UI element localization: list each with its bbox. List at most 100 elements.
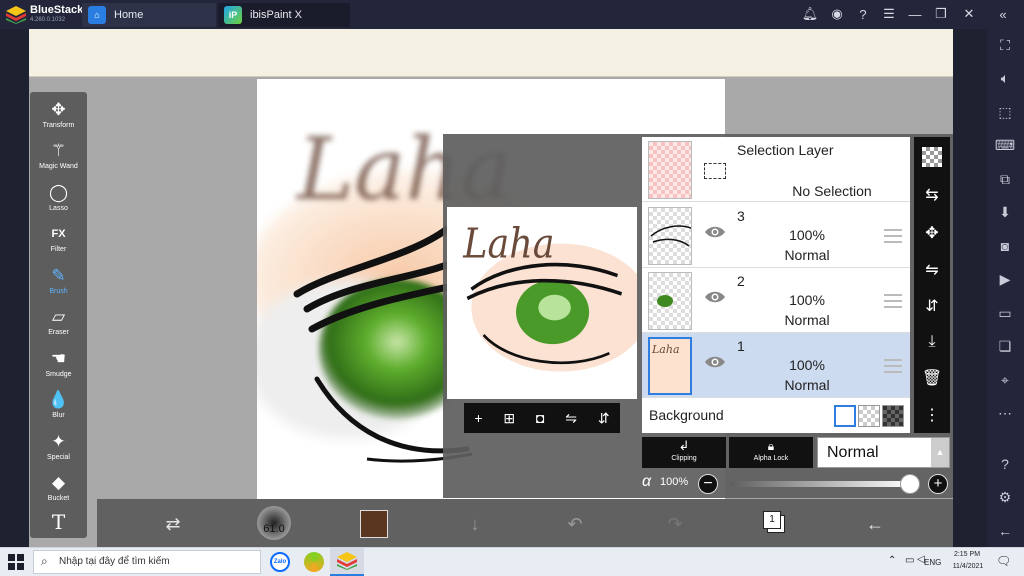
account-icon[interactable]: ◉ [828,5,846,23]
swap-tool-icon[interactable]: ⇄ [160,512,186,536]
new-layer-icon[interactable] [922,147,942,167]
multi-instance-icon[interactable]: ❏ [993,335,1017,357]
down-arrow-icon[interactable]: ↓ [462,512,488,536]
flip-layer-vertical-icon[interactable]: ⇵ [920,294,944,318]
dropdown-arrow-icon: ▲ [931,438,949,467]
opacity-slider[interactable] [730,481,910,487]
volume-icon[interactable]: 🔈︎ [993,67,1017,89]
background-row[interactable]: Background [642,399,910,433]
pointer-icon[interactable]: ⬚ [993,101,1017,123]
clipping-button[interactable]: ↲ Clipping [642,437,726,468]
more-icon[interactable]: ⋯ [993,402,1017,424]
video-icon[interactable]: ▶ [993,268,1017,290]
redo-icon[interactable]: ↷ [662,512,688,536]
filter-icon: FX [51,228,66,240]
eye-icon[interactable] [704,225,726,239]
fullscreen-icon[interactable]: ⛶ [993,34,1017,56]
restore-icon[interactable]: ❐ [932,5,950,23]
green-app-icon[interactable] [304,552,324,572]
taskbar-time[interactable]: 2:15 PM [952,551,982,558]
back-arrow-icon[interactable]: ← [862,512,888,536]
tool-label: Bucket [47,495,70,502]
background-transparent-swatch[interactable] [858,405,880,427]
selection-layer-row[interactable]: Selection Layer No Selection [642,137,910,202]
drag-handle-icon[interactable] [884,359,902,373]
bluestacks-logo [6,6,26,24]
back-icon[interactable]: ← [993,520,1017,542]
close-icon[interactable]: ✕ [960,5,978,23]
tool-label: Transform [42,122,75,129]
blend-mode-select[interactable]: Normal ▲ [817,437,950,468]
location-icon[interactable]: ⌖ [993,369,1017,391]
add-layer-icon[interactable]: + [474,410,482,426]
alpha-lock-button[interactable]: 🔒︎ Alpha Lock [729,437,813,468]
layer-preview: Laha [447,207,637,399]
windows-start-icon[interactable] [8,554,24,570]
flip-horizontal-icon[interactable]: ⇋ [565,410,577,427]
increase-opacity-button[interactable]: + [928,474,948,494]
help-icon[interactable]: ? [993,453,1017,475]
tool-transform[interactable]: ✥ Transform [30,98,87,139]
bell-icon[interactable]: 🔔︎ [801,5,819,23]
layer-list: Selection Layer No Selection 3 100% Norm… [642,137,910,433]
layer-row[interactable]: 2 100% Normal [642,268,910,333]
decrease-opacity-button[interactable]: − [698,474,718,494]
more-options-icon[interactable]: ⋮ [920,403,944,427]
layer-row[interactable]: 3 100% Normal [642,203,910,268]
blend-mode-value: Normal [827,444,879,461]
color-swatch-button[interactable] [360,510,388,538]
tool-brush[interactable]: ✎ Brush [30,264,87,305]
brush-size-button[interactable]: 61.0 [257,506,291,540]
flip-vertical-icon[interactable]: ⇵ [598,410,610,427]
tool-bucket[interactable]: ◆ Bucket [30,471,87,512]
taskbar-search-box[interactable]: ⌕ Nhập tại đây để tìm kiếm [33,550,261,574]
tool-label: Magic Wand [39,163,78,170]
tool-text[interactable]: T [30,510,87,536]
drag-handle-icon[interactable] [884,229,902,243]
background-dark-swatch[interactable] [882,405,904,427]
settings-icon[interactable]: ⚙ [993,486,1017,508]
keyboard-icon[interactable]: ⌨ [993,134,1017,156]
folder-icon[interactable]: ▭ [993,302,1017,324]
taskbar-date[interactable]: 11/4/2021 [948,563,988,570]
bluestacks-taskbar-button[interactable] [330,548,364,576]
collapse-icon[interactable]: « [994,5,1012,23]
screenshot-icon[interactable]: ◙ [993,235,1017,257]
drag-handle-icon[interactable] [884,294,902,308]
layer-row-selected[interactable]: Laha 1 100% Normal [642,333,910,398]
undo-icon[interactable]: ↶ [562,512,588,536]
tool-lasso[interactable]: ◯ Lasso [30,181,87,222]
background-white-swatch[interactable] [834,405,856,427]
eye-icon[interactable] [704,290,726,304]
duplicate-layer-icon[interactable]: ⊞ [503,410,515,427]
merge-down-icon[interactable]: ⤓ [920,330,944,354]
battery-icon[interactable]: ▭ [905,555,914,566]
language-indicator[interactable]: ENG [924,558,941,567]
brush-icon: ✎ [51,266,66,285]
install-apk-icon[interactable]: ⬇ [993,201,1017,223]
tool-filter[interactable]: FX Filter [30,222,87,263]
tab-home[interactable]: ⌂ Home [82,3,216,27]
opacity-slider-knob[interactable] [900,474,920,494]
menu-icon[interactable]: ☰ [880,5,898,23]
help-icon[interactable]: ? [854,5,872,23]
tab-ibispaint[interactable]: iP ibisPaint X [218,3,350,27]
tool-blur[interactable]: 💧 Blur [30,388,87,429]
zalo-app-icon[interactable]: Zalo [270,552,290,572]
transform-layer-icon[interactable]: ✥ [920,221,944,245]
tool-smudge[interactable]: ☚ Smudge [30,347,87,388]
tray-expand-icon[interactable]: ⌃ [888,555,896,566]
screen-record-icon[interactable]: ⧉ [993,168,1017,190]
minimize-icon[interactable]: — [906,5,924,23]
tool-magic-wand[interactable]: ⚚ Magic Wand [30,139,87,180]
delete-layer-icon[interactable]: 🗑︎ [920,366,944,390]
tool-label: Eraser [48,329,69,336]
flip-layer-horizontal-icon[interactable]: ⇋ [920,258,944,282]
eye-icon[interactable] [704,355,726,369]
tool-eraser[interactable]: ▱ Eraser [30,305,87,346]
tool-special[interactable]: ✦ Special [30,430,87,471]
notifications-icon[interactable]: 🗨︎ [996,554,1011,568]
camera-icon[interactable]: ◘ [536,410,544,426]
layers-button[interactable]: 1 [763,511,787,535]
move-layer-icon[interactable]: ⇆ [920,183,944,207]
